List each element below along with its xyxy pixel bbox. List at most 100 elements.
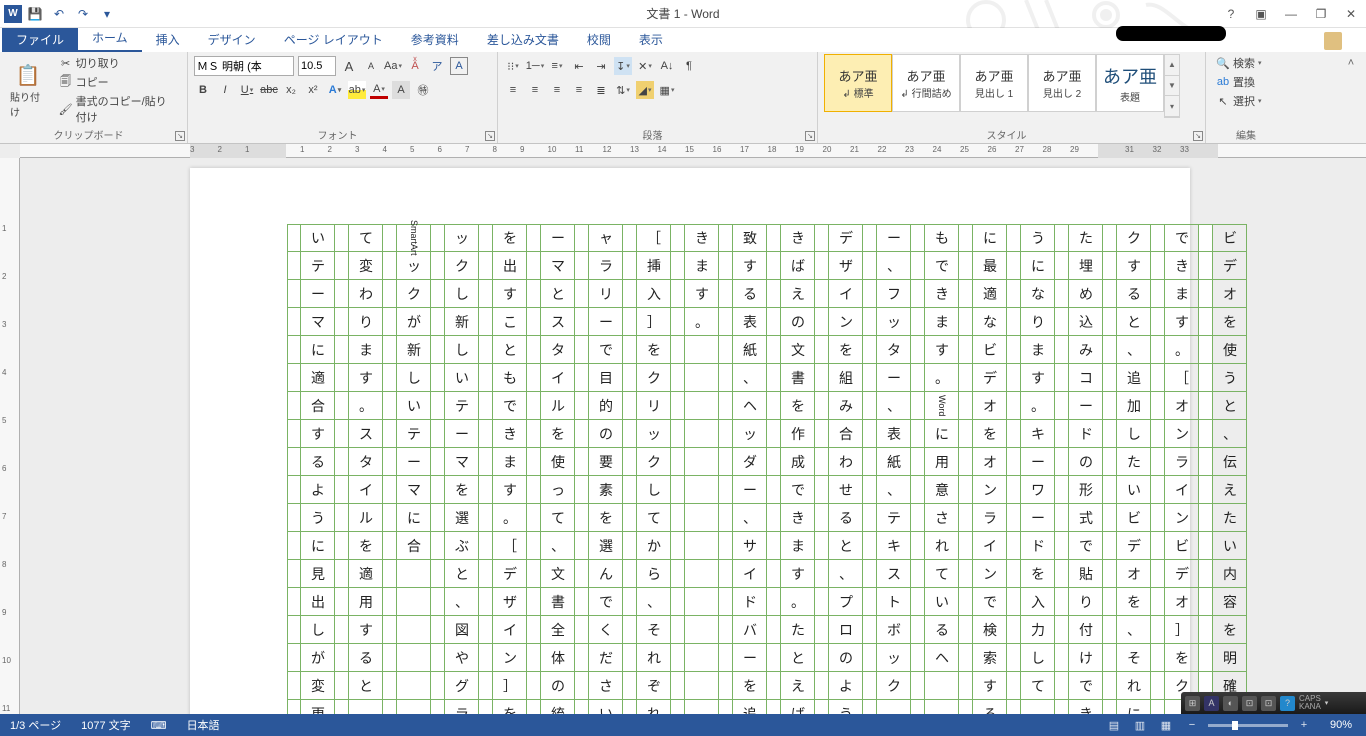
- spellcheck-icon[interactable]: ⌨: [141, 719, 177, 732]
- tab-review[interactable]: 校閲: [573, 27, 625, 52]
- zoom-level[interactable]: 90%: [1320, 719, 1362, 731]
- grid-cell: ー: [541, 224, 575, 252]
- asian-layout-button[interactable]: ✕: [636, 57, 654, 75]
- tab-file[interactable]: ファイル: [2, 27, 78, 52]
- styles-dialog-launcher[interactable]: ↘: [1193, 131, 1203, 141]
- distribute-button[interactable]: ≣: [592, 81, 610, 99]
- horizontal-ruler[interactable]: 3211234567891011121314151617181920212223…: [20, 144, 1366, 158]
- vertical-ruler[interactable]: 1234567891011: [0, 158, 20, 714]
- tab-design[interactable]: デザイン: [194, 27, 270, 52]
- zoom-in-button[interactable]: +: [1294, 717, 1314, 733]
- tab-view[interactable]: 表示: [625, 27, 677, 52]
- grid-cell: る: [349, 644, 383, 672]
- styles-gallery[interactable]: あア亜↲ 標準 あア亜↲ 行間詰め あア亜見出し 1 あア亜見出し 2 あア亜表…: [824, 54, 1199, 118]
- tab-layout[interactable]: ページ レイアウト: [270, 27, 397, 52]
- grid-cell: を: [589, 504, 623, 532]
- borders-button[interactable]: ▦: [658, 81, 676, 99]
- tray-icon[interactable]: A: [1204, 696, 1219, 711]
- phonetic-guide-button[interactable]: ア: [428, 57, 446, 75]
- shrink-font-button[interactable]: A: [362, 57, 380, 75]
- clear-formatting-button[interactable]: Aͯ: [406, 57, 424, 75]
- find-button[interactable]: 🔍検索▾: [1212, 54, 1290, 72]
- paste-button[interactable]: 📋 貼り付け: [6, 54, 51, 126]
- style-heading1[interactable]: あア亜見出し 1: [960, 54, 1028, 112]
- style-title[interactable]: あア亜表題: [1096, 54, 1164, 112]
- underline-button[interactable]: U: [238, 81, 256, 99]
- word-count[interactable]: 1077 文字: [71, 717, 141, 733]
- undo-button[interactable]: ↶: [48, 3, 70, 25]
- tray-icon[interactable]: ⊡: [1261, 696, 1276, 711]
- enclose-characters-button[interactable]: ㊕: [414, 81, 432, 99]
- copy-button[interactable]: 🗐コピー: [55, 73, 181, 91]
- font-size-combo[interactable]: [298, 56, 336, 76]
- numbering-button[interactable]: 1─: [526, 57, 544, 75]
- bold-button[interactable]: B: [194, 81, 212, 99]
- select-button[interactable]: ↖選択▾: [1212, 92, 1290, 110]
- clipboard-dialog-launcher[interactable]: ↘: [175, 131, 185, 141]
- save-button[interactable]: 💾: [24, 3, 46, 25]
- minimize-button[interactable]: —: [1276, 3, 1306, 25]
- change-case-button[interactable]: Aa: [384, 57, 402, 75]
- zoom-slider[interactable]: [1208, 724, 1288, 727]
- paragraph-dialog-launcher[interactable]: ↘: [805, 131, 815, 141]
- replace-button[interactable]: ab置換: [1212, 73, 1290, 91]
- highlight-button[interactable]: ab: [348, 81, 366, 99]
- tab-insert[interactable]: 挿入: [142, 27, 194, 52]
- zoom-out-button[interactable]: −: [1182, 717, 1202, 733]
- multilevel-list-button[interactable]: ≡: [548, 57, 566, 75]
- align-center-button[interactable]: ≡: [526, 81, 544, 99]
- align-left-button[interactable]: ≡: [504, 81, 522, 99]
- ribbon-display-options[interactable]: ▣: [1246, 3, 1276, 25]
- font-dialog-launcher[interactable]: ↘: [485, 131, 495, 141]
- decrease-indent-button[interactable]: ⇤: [570, 57, 588, 75]
- close-button[interactable]: ✕: [1336, 3, 1366, 25]
- print-layout-button[interactable]: ▥: [1130, 717, 1150, 733]
- tray-icon[interactable]: ⊡: [1242, 696, 1257, 711]
- sort-button[interactable]: A↓: [658, 57, 676, 75]
- tab-home[interactable]: ホーム: [78, 25, 142, 52]
- show-marks-button[interactable]: ¶: [680, 57, 698, 75]
- user-avatar[interactable]: [1324, 32, 1342, 50]
- tab-references[interactable]: 参考資料: [397, 27, 473, 52]
- style-normal[interactable]: あア亜↲ 標準: [824, 54, 892, 112]
- format-painter-button[interactable]: 🖌書式のコピー/貼り付け: [55, 92, 181, 126]
- character-border-button[interactable]: A: [450, 57, 468, 75]
- subscript-button[interactable]: x₂: [282, 81, 300, 99]
- page[interactable]: ビデオを使うと、伝えたい内容を明確にできます。［オンラインビデオ］をククすると、…: [190, 168, 1190, 714]
- grow-font-button[interactable]: A: [340, 57, 358, 75]
- system-tray[interactable]: ⊞ A ◐ ⊡ ⊡ ? CAPSKANA ▾: [1181, 692, 1366, 714]
- web-layout-button[interactable]: ▦: [1156, 717, 1176, 733]
- strikethrough-button[interactable]: abc: [260, 81, 278, 99]
- tab-mailings[interactable]: 差し込み文書: [473, 27, 573, 52]
- increase-indent-button[interactable]: ⇥: [592, 57, 610, 75]
- superscript-button[interactable]: x²: [304, 81, 322, 99]
- font-name-combo[interactable]: [194, 56, 294, 76]
- styles-scroll[interactable]: ▲▼▾: [1164, 54, 1180, 118]
- redo-button[interactable]: ↷: [72, 3, 94, 25]
- tray-icon[interactable]: ◐: [1223, 696, 1238, 711]
- tray-icon[interactable]: ?: [1280, 696, 1295, 711]
- user-name-badge[interactable]: [1116, 26, 1226, 41]
- italic-button[interactable]: I: [216, 81, 234, 99]
- shading-button[interactable]: ◢: [636, 81, 654, 99]
- line-spacing-button[interactable]: ⇅: [614, 81, 632, 99]
- page-count[interactable]: 1/3 ページ: [0, 717, 71, 733]
- collapse-ribbon-button[interactable]: ˄: [1342, 54, 1360, 72]
- justify-button[interactable]: ≡: [570, 81, 588, 99]
- read-mode-button[interactable]: ▤: [1104, 717, 1124, 733]
- help-button[interactable]: ?: [1216, 3, 1246, 25]
- style-no-spacing[interactable]: あア亜↲ 行間詰め: [892, 54, 960, 112]
- cut-button[interactable]: ✂切り取り: [55, 54, 181, 72]
- text-direction-button[interactable]: ↧: [614, 57, 632, 75]
- style-heading2[interactable]: あア亜見出し 2: [1028, 54, 1096, 112]
- align-right-button[interactable]: ≡: [548, 81, 566, 99]
- qat-customize[interactable]: ▾: [96, 3, 118, 25]
- tray-icon[interactable]: ⊞: [1185, 696, 1200, 711]
- restore-button[interactable]: ❐: [1306, 3, 1336, 25]
- text-effects-button[interactable]: A: [326, 81, 344, 99]
- character-shading-button[interactable]: A: [392, 81, 410, 99]
- font-color-button[interactable]: A: [370, 81, 388, 99]
- grid-cell: ビ: [1165, 532, 1199, 560]
- bullets-button[interactable]: ⁝⁝: [504, 57, 522, 75]
- language-indicator[interactable]: 日本語: [177, 717, 230, 733]
